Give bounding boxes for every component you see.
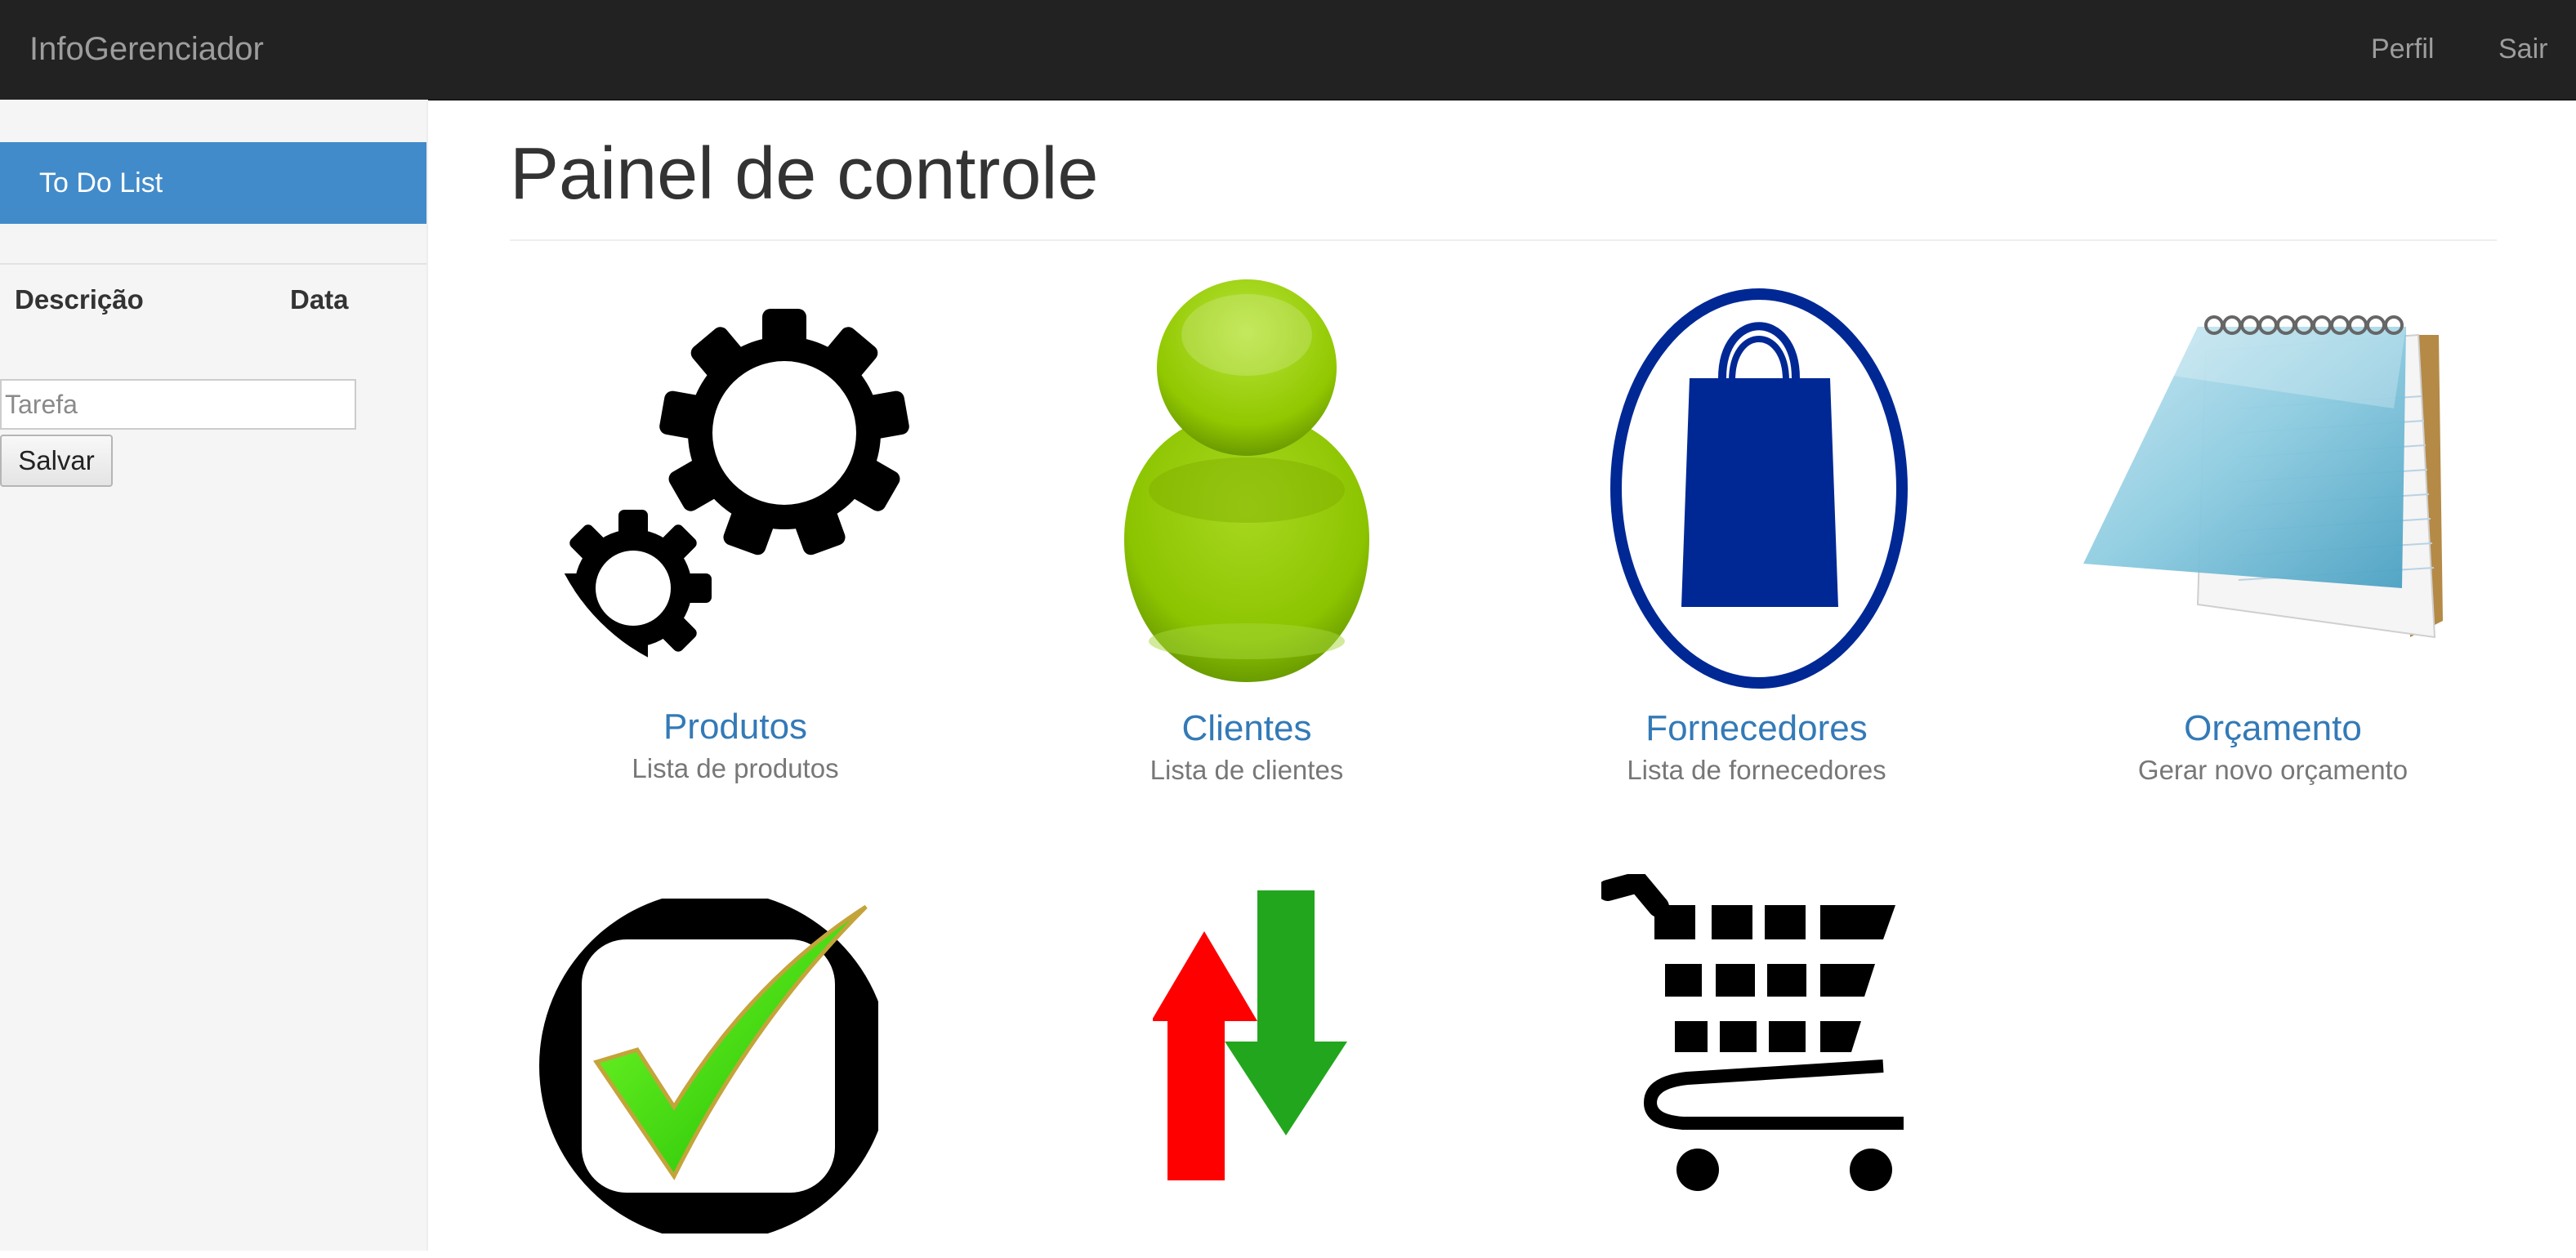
column-header-data: Data xyxy=(290,284,349,314)
save-button[interactable]: Salvar xyxy=(0,435,113,487)
tile-orcamento[interactable]: Orçamento Gerar novo orçamento xyxy=(2036,278,2510,785)
tile-fornecedores-subtitle: Lista de fornecedores xyxy=(1627,755,1886,785)
top-navbar: InfoGerenciador Perfil Sair xyxy=(0,0,2576,100)
nav-perfil-link[interactable]: Perfil xyxy=(2371,0,2434,98)
nav-sair-link[interactable]: Sair xyxy=(2498,0,2547,98)
tile-produtos-label[interactable]: Produtos xyxy=(498,707,972,747)
gears-icon xyxy=(555,309,909,667)
tile-fornecedores-label[interactable]: Fornecedores xyxy=(1520,708,1993,749)
todo-list-header[interactable]: To Do List xyxy=(0,142,426,224)
up-down-arrows-icon xyxy=(1153,890,1347,1180)
tile-checkbox[interactable] xyxy=(498,874,972,1251)
tile-clientes[interactable]: Clientes Lista de clientes xyxy=(1010,278,1484,785)
tile-transfer[interactable] xyxy=(1010,874,1484,1251)
task-input[interactable] xyxy=(0,379,356,430)
person-icon xyxy=(1124,279,1369,682)
tile-orcamento-label[interactable]: Orçamento xyxy=(2036,708,2510,749)
tile-clientes-label[interactable]: Clientes xyxy=(1010,708,1484,749)
checkbox-icon xyxy=(539,899,878,1233)
page-title: Painel de controle xyxy=(510,133,1099,215)
title-divider xyxy=(510,239,2497,241)
sidebar: To Do List Descrição Data Salvar xyxy=(0,100,428,1251)
tile-produtos-subtitle: Lista de produtos xyxy=(632,753,839,783)
shopping-bag-icon xyxy=(1610,288,1908,689)
tile-fornecedores[interactable]: Fornecedores Lista de fornecedores xyxy=(1520,278,1993,785)
tile-produtos[interactable]: Produtos Lista de produtos xyxy=(498,278,972,784)
tile-orcamento-subtitle: Gerar novo orçamento xyxy=(2137,755,2409,785)
shopping-cart-icon xyxy=(1601,874,1904,1191)
brand-link[interactable]: InfoGerenciador xyxy=(29,0,264,98)
tile-cart[interactable] xyxy=(1520,874,1993,1251)
notepad-icon xyxy=(2083,315,2443,639)
tile-clientes-subtitle: Lista de clientes xyxy=(1150,755,1344,785)
todo-list-title: To Do List xyxy=(39,167,163,199)
sidebar-divider xyxy=(0,263,426,265)
column-header-descricao: Descrição xyxy=(15,284,144,314)
